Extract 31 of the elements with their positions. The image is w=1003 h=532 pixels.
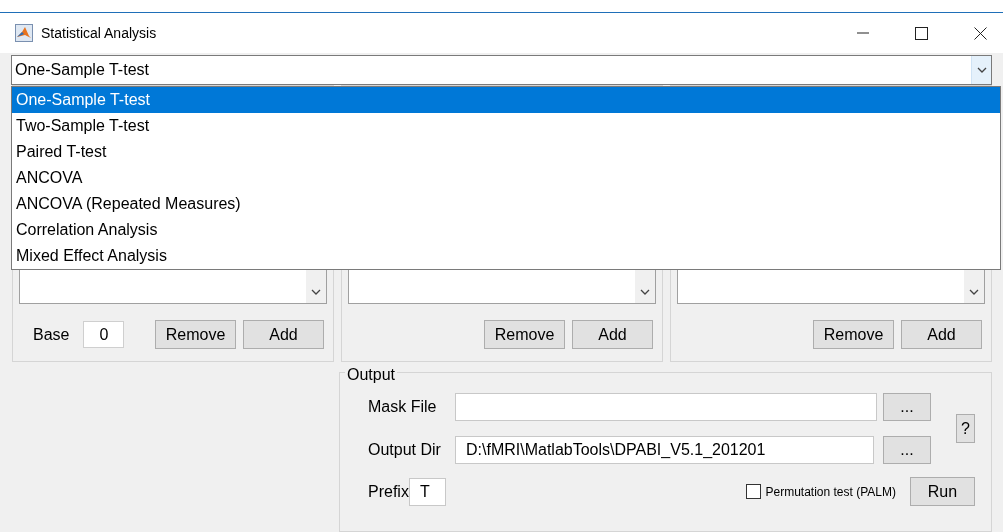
chevron-down-icon bbox=[311, 289, 321, 295]
dropdown-option[interactable]: One-Sample T-test bbox=[12, 87, 1000, 113]
minimize-icon[interactable] bbox=[857, 32, 869, 35]
output-dir-label: Output Dir bbox=[368, 440, 442, 460]
add-button[interactable]: Add bbox=[572, 320, 653, 349]
chevron-down-icon bbox=[969, 289, 979, 295]
chevron-down-icon bbox=[640, 289, 650, 295]
prefix-field[interactable]: T bbox=[408, 477, 446, 506]
remove-button[interactable]: Remove bbox=[813, 320, 894, 349]
browse-button[interactable]: ... bbox=[883, 393, 931, 421]
test-type-dropdown[interactable]: One-Sample T-test bbox=[11, 55, 992, 85]
browse-button[interactable]: ... bbox=[883, 436, 931, 464]
add-button[interactable]: Add bbox=[243, 320, 324, 349]
prefix-label: Prefix bbox=[368, 481, 409, 502]
chevron-down-icon bbox=[976, 67, 987, 73]
close-icon[interactable] bbox=[974, 26, 987, 40]
remove-button[interactable]: Remove bbox=[155, 320, 236, 349]
permutation-checkbox[interactable] bbox=[745, 484, 761, 499]
mask-file-field[interactable] bbox=[455, 393, 877, 421]
window-title: Statistical Analysis bbox=[41, 23, 157, 43]
remove-button[interactable]: Remove bbox=[484, 320, 565, 349]
permutation-label: Permutation test (PALM) bbox=[765, 483, 896, 501]
app-icon bbox=[15, 24, 33, 43]
maximize-icon[interactable] bbox=[915, 26, 928, 40]
output-dir-field[interactable]: D:\fMRI\MatlabTools\DPABI_V5.1_201201 bbox=[455, 436, 874, 464]
base-label: Base bbox=[33, 324, 70, 345]
mask-file-label: Mask File bbox=[368, 397, 438, 417]
add-button[interactable]: Add bbox=[901, 320, 982, 349]
base-field[interactable]: 0 bbox=[83, 321, 125, 348]
run-button[interactable]: Run bbox=[910, 477, 975, 506]
help-button[interactable]: ? bbox=[956, 414, 975, 443]
